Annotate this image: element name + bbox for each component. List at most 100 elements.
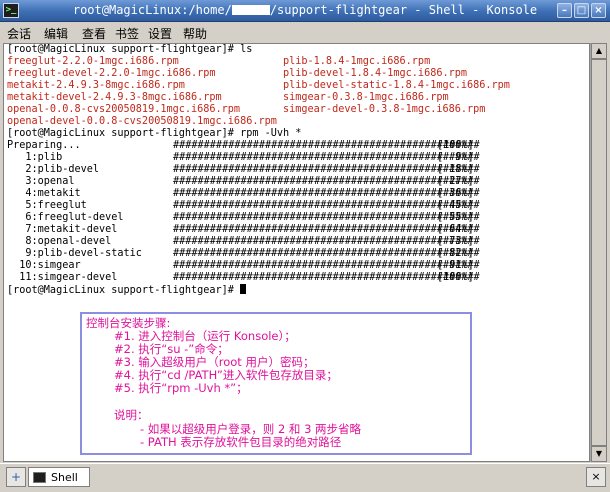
package-label: 11:simgear-devel [7,272,118,283]
close-session-button[interactable]: × [586,467,606,487]
package-label: Preparing... [7,140,81,151]
progress-hashes: ########################################… [173,260,480,271]
session-tab-bar: + Shell × [0,463,610,492]
progress-row: 3:openal ################################… [7,176,479,188]
package-label: 9:plib-devel-static [7,248,142,259]
progress-percent: [ 82%] [437,248,474,259]
note-steps: #1. 进入控制台（运行 Konsole）； #2. 执行“su -”命令； #… [114,330,338,395]
progress-row: 2:plib-devel ############################… [7,164,479,176]
scroll-up-arrow-icon[interactable]: ▲ [591,43,607,59]
progress-row: 9:plib-devel-static #####################… [7,248,479,260]
progress-percent: [ 27%] [437,176,474,187]
progress-percent: [100%] [437,140,474,151]
progress-percent: [ 91%] [437,260,474,271]
progress-hashes: ########################################… [173,200,480,211]
package-label: 3:openal [7,176,75,187]
scroll-thumb[interactable] [591,59,607,446]
note-explain-title: 说明： [114,408,149,422]
progress-percent: [ 9%] [437,152,474,163]
file-name: plib-devel-1.8.4-1mgc.i686.rpm [283,68,468,79]
progress-list: Preparing... ############################… [7,140,480,284]
file-list-row: freeglut-2.2.0-1mgc.i686.rpm plib-1.8.4-1… [7,56,430,68]
menu-settings[interactable]: 设置 [148,25,172,42]
package-label: 1:plib [7,152,63,163]
progress-percent: [ 18%] [437,164,474,175]
minimize-button[interactable]: – [557,3,572,18]
redacted-username [231,5,270,15]
terminal-output: [root@MagicLinux support-flightgear]# ls… [7,44,510,296]
title-bar: >_ root@MagicLinux:/home//support-flight… [0,0,610,22]
file-name: openal-devel-0.0.8-cvs20050819.1mgc.i686… [7,116,277,127]
file-list-row: openal-devel-0.0.8-cvs20050819.1mgc.i686… [7,116,301,128]
tab-shell[interactable]: Shell [28,467,90,487]
install-steps-note: 控制台安装步骤: #1. 进入控制台（运行 Konsole）； #2. 执行“s… [80,312,472,455]
file-list-row: metakit-devel-2.4.9.3-8mgc.i686.rpm simge… [7,92,449,104]
progress-hashes: ########################################… [173,224,480,235]
menu-bar: 会话 编辑 查看 书签 设置 帮助 [0,22,610,42]
progress-row: 7:metakit-devel #########################… [7,224,479,236]
file-list-row: metakit-2.4.9.3-8mgc.i686.rpm plib-devel-… [7,80,510,92]
package-label: 4:metakit [7,188,81,199]
progress-row: 6:freeglut-devel ########################… [7,212,479,224]
note-bullets: - 如果以超级用户登录，则 2 和 3 两步省略 - PATH 表示存放软件包目… [140,423,361,449]
progress-percent: [ 45%] [437,200,474,211]
package-label: 6:freeglut-devel [7,212,124,223]
window-title: root@MagicLinux:/home/ /support-flightgea… [0,3,610,17]
package-label: 10:simgear [7,260,81,271]
package-label: 2:plib-devel [7,164,100,175]
menu-bookmarks[interactable]: 书签 [115,25,139,42]
tab-shell-label: Shell [51,471,78,484]
vertical-scrollbar[interactable]: ▲ ▼ [590,43,607,462]
note-step: #5. 执行“rpm -Uvh *”； [114,381,248,395]
maximize-button[interactable]: □ [574,3,589,18]
progress-hashes: ########################################… [173,272,480,283]
progress-percent: [ 55%] [437,212,474,223]
file-name: plib-devel-static-1.8.4-1mgc.i686.rpm [283,80,510,91]
progress-row: 1:plib ##################################… [7,152,479,164]
file-name: freeglut-devel-2.2.0-1mgc.i686.rpm [7,68,216,79]
terminal-icon [33,472,46,483]
progress-percent: [ 64%] [437,224,474,235]
file-name: simgear-devel-0.3.8-1mgc.i686.rpm [283,104,486,115]
file-name: openal-0.0.8-cvs20050819.1mgc.i686.rpm [7,104,241,115]
text-cursor [240,284,247,294]
terminal-view[interactable]: [root@MagicLinux support-flightgear]# ls… [3,43,590,462]
progress-row: 11:simgear-devel ########################… [7,272,479,284]
window-title-prefix: root@MagicLinux:/home/ [72,3,232,17]
progress-row: 4:metakit ###############################… [7,188,479,200]
file-list-row: openal-0.0.8-cvs20050819.1mgc.i686.rpm si… [7,104,485,116]
progress-hashes: ########################################… [173,212,480,223]
menu-session[interactable]: 会话 [7,25,31,42]
menu-edit[interactable]: 编辑 [44,25,68,42]
progress-percent: [100%] [437,272,474,283]
progress-hashes: ########################################… [173,188,480,199]
file-name: simgear-0.3.8-1mgc.i686.rpm [283,92,449,103]
progress-hashes: ########################################… [173,236,480,247]
package-label: 7:metakit-devel [7,224,118,235]
progress-row: Preparing... ############################… [7,140,480,152]
terminal-line-rpm: [root@MagicLinux support-flightgear]# rp… [7,128,302,139]
note-bullet: - PATH 表示存放软件包目录的绝对路径 [140,435,342,449]
file-name: metakit-2.4.9.3-8mgc.i686.rpm [7,80,185,91]
close-button[interactable]: × [591,3,606,18]
progress-hashes: ########################################… [173,164,480,175]
progress-percent: [ 36%] [437,188,474,199]
new-session-button[interactable]: + [6,467,26,487]
file-name: metakit-devel-2.4.9.3-8mgc.i686.rpm [7,92,222,103]
file-list: freeglut-2.2.0-1mgc.i686.rpm plib-1.8.4-1… [7,56,510,128]
file-name: plib-1.8.4-1mgc.i686.rpm [283,56,431,67]
file-list-row: freeglut-devel-2.2.0-1mgc.i686.rpm plib-d… [7,68,467,80]
progress-row: 5:freeglut ##############################… [7,200,479,212]
package-label: 5:freeglut [7,200,87,211]
terminal-line-ls: [root@MagicLinux support-flightgear]# ls [7,44,253,55]
prompt-text: [root@MagicLinux support-flightgear]# [7,285,241,296]
terminal-line-prompt: [root@MagicLinux support-flightgear]# [7,284,301,296]
window-title-suffix: /support-flightgear - Shell - Konsole [269,3,538,17]
progress-percent: [ 73%] [437,236,474,247]
progress-row: 10:simgear ##############################… [7,260,479,272]
progress-hashes: ########################################… [173,176,480,187]
menu-help[interactable]: 帮助 [183,25,207,42]
menu-view[interactable]: 查看 [82,25,106,42]
scroll-down-arrow-icon[interactable]: ▼ [591,446,607,462]
progress-hashes: ########################################… [173,152,480,163]
